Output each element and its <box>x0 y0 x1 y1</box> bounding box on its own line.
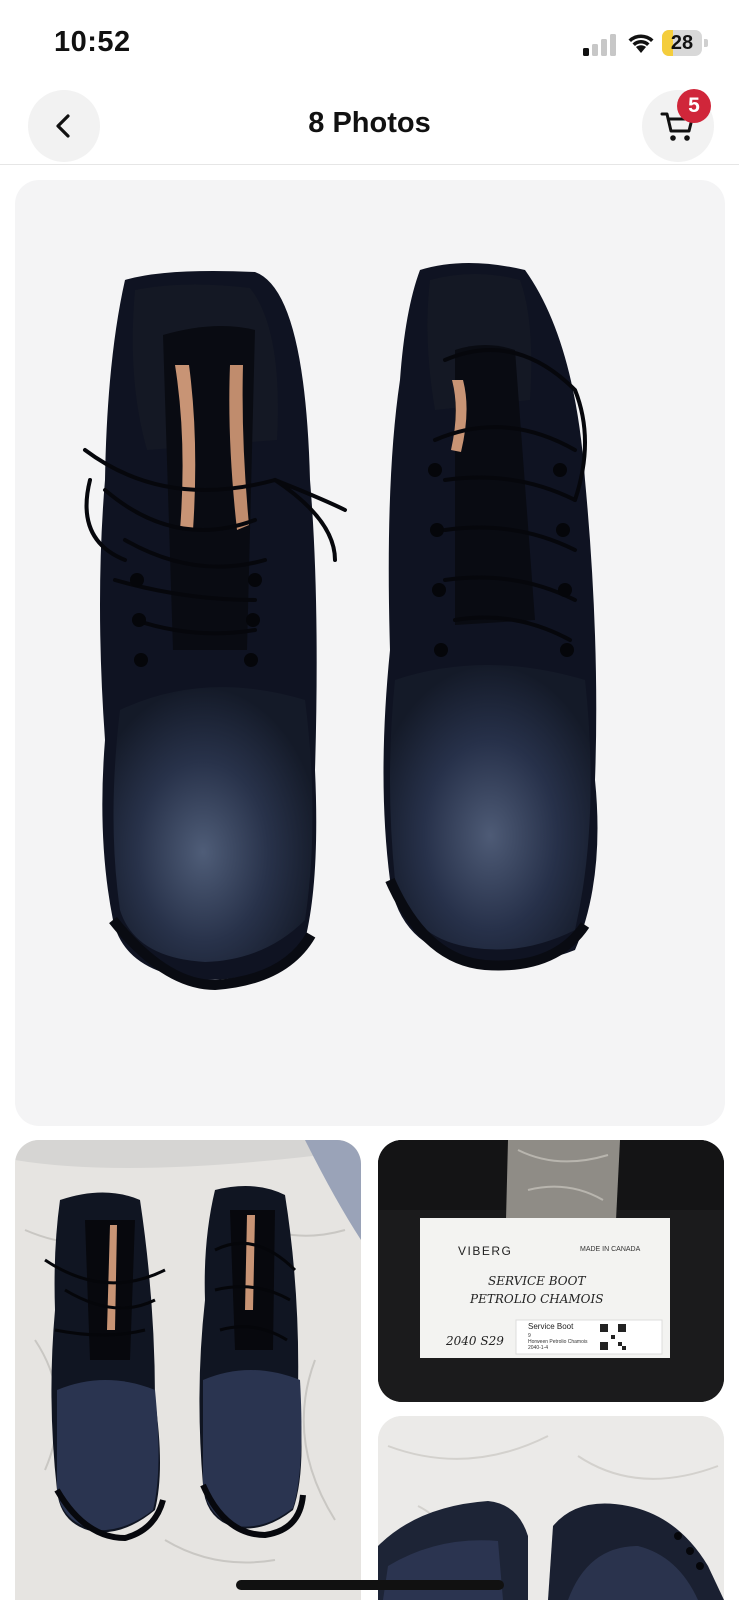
box-label-image <box>378 1140 724 1402</box>
status-time: 10:52 <box>54 26 131 58</box>
boots-on-cloth-image <box>15 1140 361 1600</box>
product-photo-box-label[interactable]: VIBERG MADE IN CANADA SERVICE BOOT PETRO… <box>378 1140 724 1402</box>
battery-icon: 28 <box>662 30 708 56</box>
box-label-handwritten-code: 2040 S29 <box>446 1334 504 1348</box>
box-label-handwritten-line1: SERVICE BOOT <box>488 1274 586 1288</box>
box-label-made-in: MADE IN CANADA <box>580 1246 641 1253</box>
battery-percent: 28 <box>670 32 694 54</box>
main-product-photo[interactable] <box>15 180 725 1126</box>
status-bar: 10:52 28 <box>0 0 739 88</box>
box-label-code-small: 2040-1-4 <box>528 1345 549 1351</box>
cart-count-badge: 5 <box>677 89 711 123</box>
page-title: 8 Photos <box>308 107 431 139</box>
box-label-handwritten-line2: PETROLIO CHAMOIS <box>470 1292 604 1306</box>
product-photo-2[interactable] <box>15 1140 361 1600</box>
product-photo-4[interactable] <box>378 1416 724 1600</box>
box-label-model: Service Boot <box>528 1322 574 1331</box>
boots-side-view-image <box>378 1416 724 1600</box>
box-label-brand: VIBERG <box>458 1244 513 1258</box>
photos-header: 8 Photos <box>0 88 739 165</box>
boots-top-view-image <box>83 263 598 991</box>
cellular-signal-icon <box>583 34 616 56</box>
home-indicator[interactable] <box>236 1580 504 1590</box>
wifi-icon <box>628 34 654 53</box>
